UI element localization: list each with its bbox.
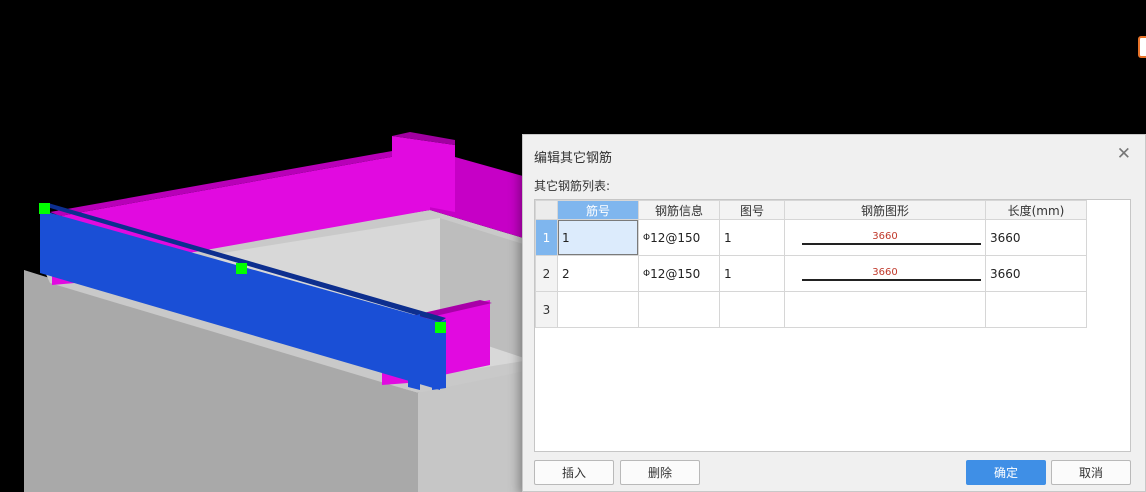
figure-no-cell[interactable]: 1 — [719, 255, 785, 292]
rebar-shape-line — [802, 243, 981, 245]
grip-point[interactable] — [236, 263, 247, 274]
grip-point[interactable] — [435, 322, 446, 333]
cancel-button[interactable]: 取消 — [1051, 460, 1131, 485]
shape-dimension: 3660 — [872, 231, 898, 242]
table-row[interactable]: 2 2 Φ12@150 1 3660 3660 — [535, 255, 1087, 292]
rebar-info-cell[interactable] — [638, 291, 720, 328]
column-header-figure-no[interactable]: 图号 — [719, 200, 785, 220]
figure-no-cell[interactable] — [719, 291, 785, 328]
column-header-length[interactable]: 长度(mm) — [985, 200, 1087, 220]
column-header-rebar-shape[interactable]: 钢筋图形 — [784, 200, 986, 220]
row-number[interactable]: 3 — [535, 291, 558, 328]
bar-no-cell[interactable] — [557, 291, 639, 328]
rebar-grid[interactable]: 筋号 钢筋信息 图号 钢筋图形 长度(mm) 1 1 Φ12@150 1 366… — [534, 199, 1131, 452]
side-panel-tab[interactable] — [1138, 36, 1146, 58]
row-number[interactable]: 2 — [535, 255, 558, 292]
rebar-spec: 12@150 — [650, 230, 701, 245]
row-number[interactable]: 1 — [535, 219, 558, 256]
column-header-rebar-info[interactable]: 钢筋信息 — [638, 200, 720, 220]
rebar-list-label: 其它钢筋列表: — [534, 179, 611, 193]
length-cell[interactable]: 3660 — [985, 255, 1087, 292]
rebar-shape-cell[interactable] — [784, 291, 986, 328]
ok-button[interactable]: 确定 — [966, 460, 1046, 485]
bar-no-cell[interactable]: 1 — [557, 219, 639, 256]
grip-point[interactable] — [39, 203, 50, 214]
length-cell[interactable] — [985, 291, 1087, 328]
rebar-spec: 12@150 — [650, 266, 701, 281]
dialog-title: 编辑其它钢筋 — [534, 151, 613, 166]
insert-button[interactable]: 插入 — [534, 460, 614, 485]
bar-no-cell[interactable]: 2 — [557, 255, 639, 292]
rebar-info-cell[interactable]: Φ12@150 — [638, 219, 720, 256]
shape-dimension: 3660 — [872, 267, 898, 278]
grid-header-row: 筋号 钢筋信息 图号 钢筋图形 长度(mm) — [535, 200, 1087, 220]
rebar-shape-cell[interactable]: 3660 — [784, 219, 986, 256]
column-header-bar-no[interactable]: 筋号 — [557, 200, 639, 220]
table-row[interactable]: 3 — [535, 291, 1087, 328]
rebar-shape-cell[interactable]: 3660 — [784, 255, 986, 292]
rebar-info-cell[interactable]: Φ12@150 — [638, 255, 720, 292]
figure-no-cell[interactable]: 1 — [719, 219, 785, 256]
length-cell[interactable]: 3660 — [985, 219, 1087, 256]
rebar-shape-line — [802, 279, 981, 281]
grid-corner — [535, 200, 558, 220]
close-icon[interactable]: ✕ — [1117, 144, 1131, 164]
table-row[interactable]: 1 1 Φ12@150 1 3660 3660 — [535, 219, 1087, 256]
delete-button[interactable]: 删除 — [620, 460, 700, 485]
edit-other-rebar-dialog: 编辑其它钢筋 ✕ 其它钢筋列表: 筋号 钢筋信息 图号 钢筋图形 长度(mm) — [522, 134, 1146, 492]
